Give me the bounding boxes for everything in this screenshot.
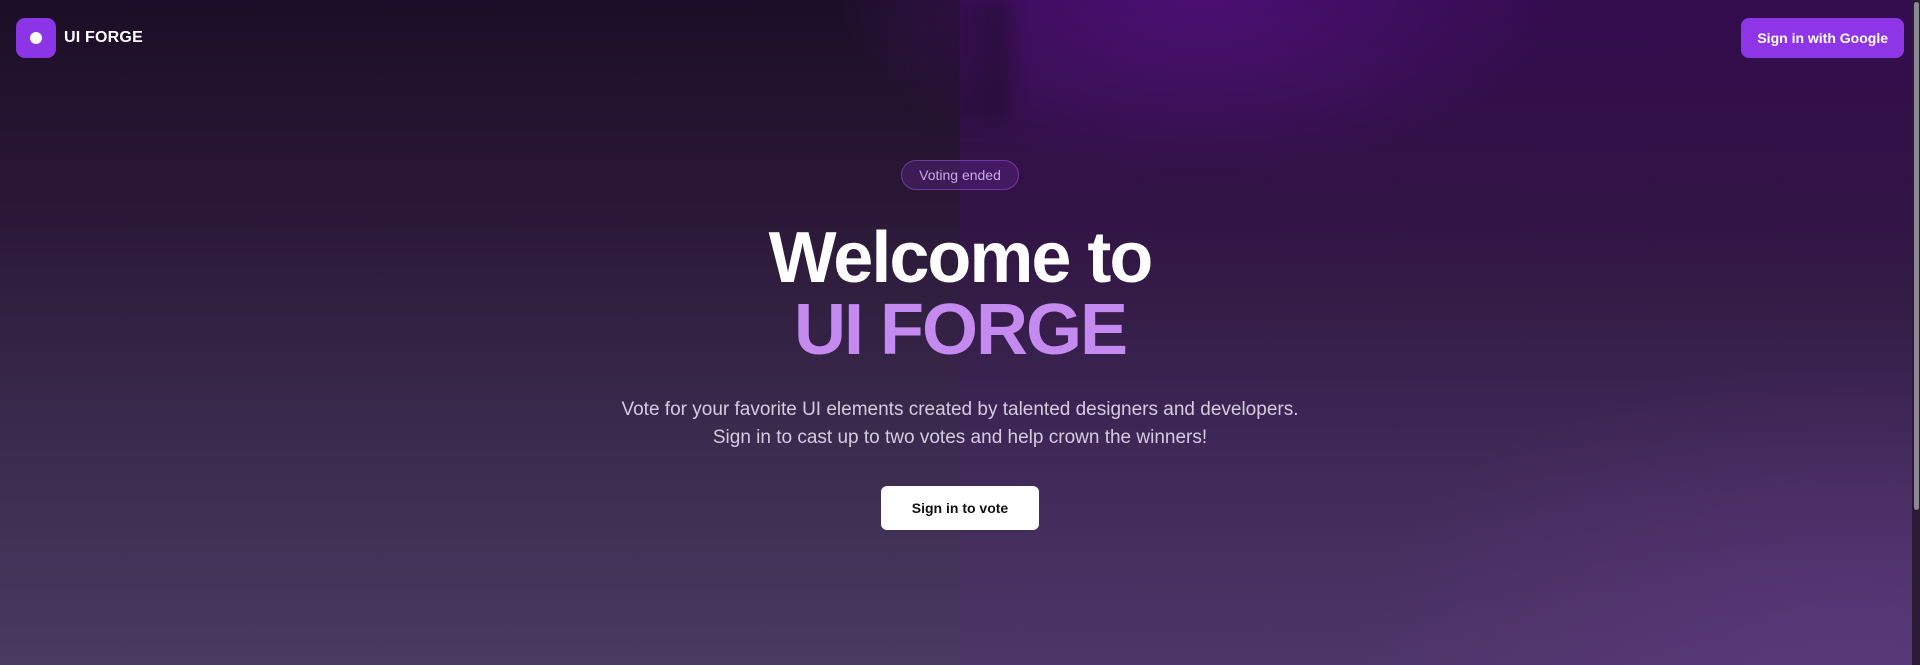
- brand-name: UI FORGE: [64, 29, 143, 46]
- top-bar: UI FORGE Sign in with Google: [16, 18, 1904, 58]
- sign-in-google-button[interactable]: Sign in with Google: [1741, 18, 1904, 58]
- sign-in-to-vote-button[interactable]: Sign in to vote: [881, 486, 1039, 530]
- scrollbar-thumb[interactable]: [1914, 2, 1919, 510]
- page-title: Welcome to UI FORGE: [768, 218, 1154, 370]
- page-scrollbar[interactable]: [1912, 0, 1920, 665]
- logo-dot: [30, 32, 42, 44]
- hero-description: Vote for your favorite UI elements creat…: [621, 399, 1299, 448]
- hero-section: Voting ended Welcome to UI FORGE Vote fo…: [0, 160, 1920, 530]
- status-badge: Voting ended: [901, 160, 1019, 190]
- logo-icon: [16, 18, 56, 58]
- title-line-brand: UI FORGE: [793, 290, 1128, 370]
- brand[interactable]: UI FORGE: [16, 18, 143, 58]
- title-line-welcome: Welcome to: [768, 218, 1154, 298]
